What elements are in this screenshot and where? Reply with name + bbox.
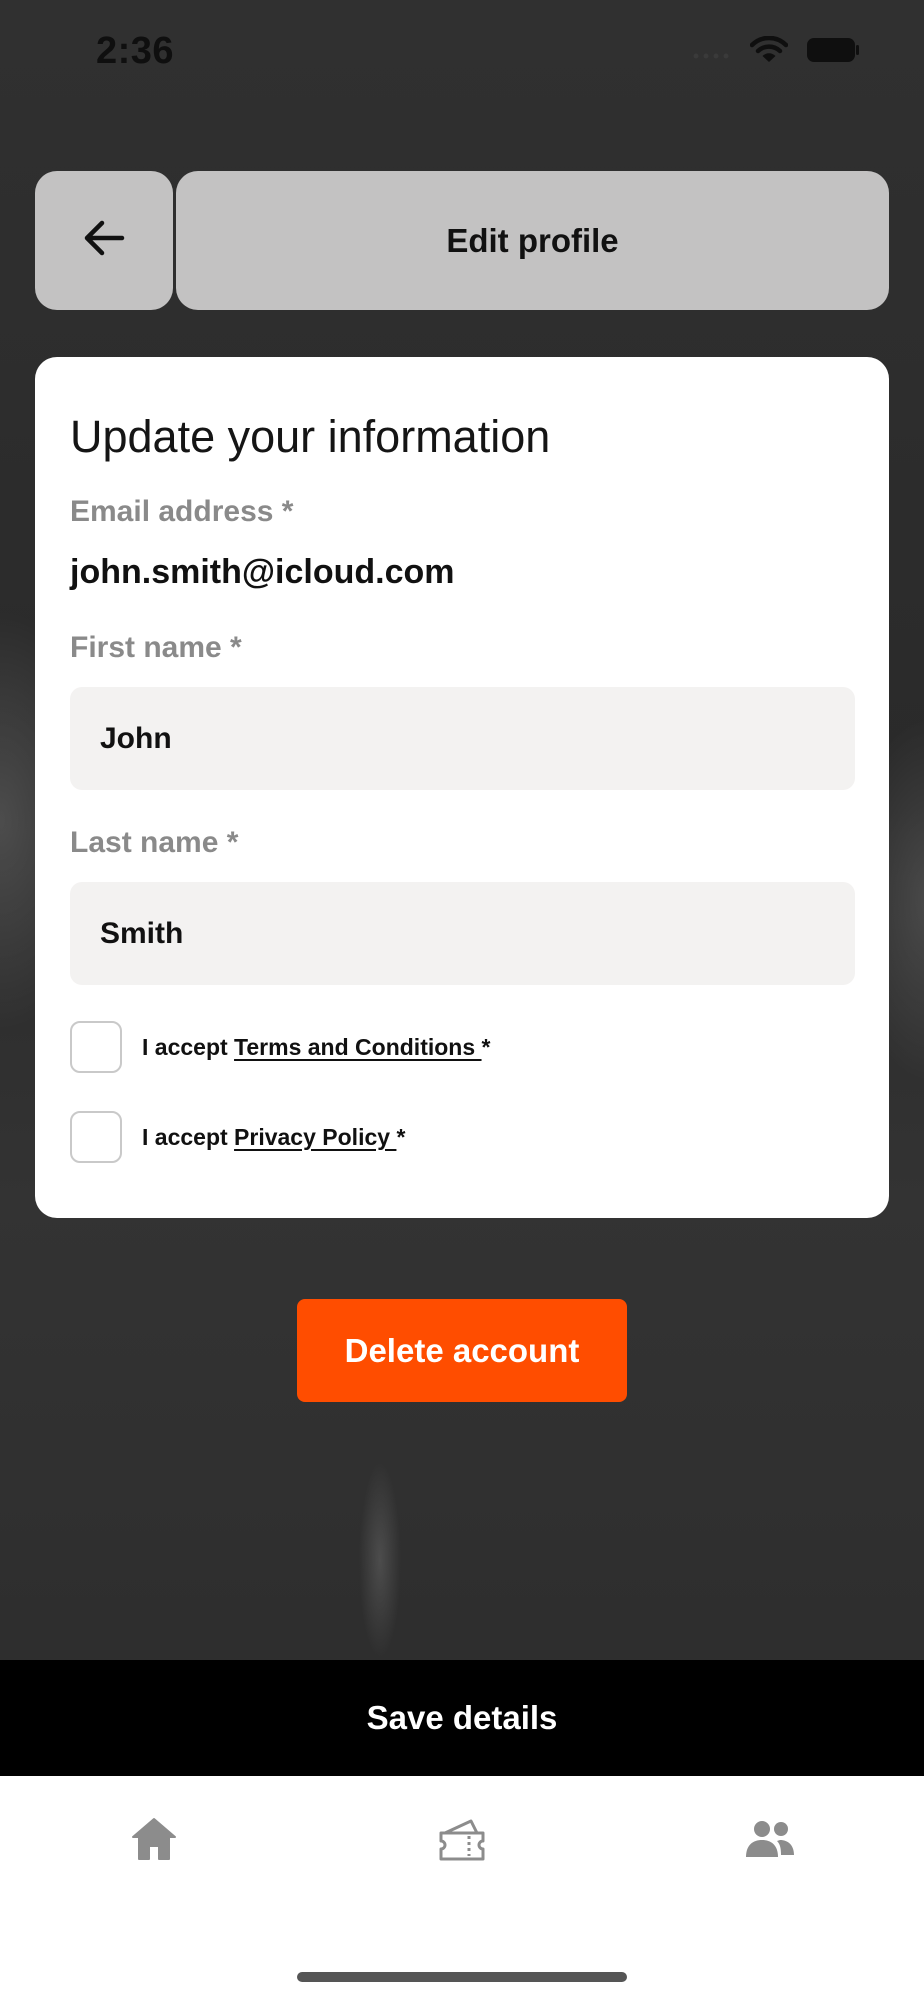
tab-tickets[interactable]: [422, 1806, 502, 1876]
privacy-required: *: [396, 1123, 406, 1150]
last-name-label: Last name *: [70, 826, 239, 859]
status-time: 2:36: [96, 30, 175, 72]
tab-home[interactable]: [114, 1806, 194, 1876]
home-icon: [130, 1816, 178, 1867]
wifi-icon: [749, 35, 789, 69]
status-icons: [692, 35, 860, 69]
battery-icon: [806, 37, 860, 68]
privacy-link[interactable]: Privacy Policy: [234, 1124, 396, 1150]
terms-row: I accept Terms and Conditions *: [70, 1021, 490, 1073]
tab-people[interactable]: [730, 1806, 810, 1876]
terms-checkbox[interactable]: [70, 1021, 122, 1073]
first-name-value: John: [100, 721, 172, 755]
delete-account-button[interactable]: Delete account: [297, 1299, 627, 1402]
profile-form-card: Update your information Email address * …: [35, 357, 889, 1218]
users-icon: [744, 1819, 796, 1864]
save-details-button[interactable]: Save details: [0, 1660, 924, 1776]
form-heading: Update your information: [70, 411, 551, 462]
email-label: Email address *: [70, 495, 294, 528]
privacy-text: I accept Privacy Policy *: [142, 1124, 405, 1151]
status-bar: 2:36: [0, 0, 924, 110]
last-name-value: Smith: [100, 916, 184, 950]
terms-prefix: I accept: [142, 1033, 235, 1060]
privacy-row: I accept Privacy Policy *: [70, 1111, 405, 1163]
arrow-left-icon: [82, 218, 126, 263]
back-button[interactable]: [35, 171, 173, 310]
terms-link[interactable]: Terms and Conditions: [234, 1034, 481, 1060]
last-name-input[interactable]: Smith: [70, 882, 855, 985]
email-value: john.smith@icloud.com: [70, 553, 455, 591]
terms-required: *: [481, 1033, 491, 1060]
tab-bar: [0, 1776, 924, 2000]
header-title-bar: Edit profile: [176, 171, 889, 310]
terms-text: I accept Terms and Conditions *: [142, 1034, 490, 1061]
page-title: Edit profile: [446, 221, 619, 259]
signal-icon: [692, 40, 732, 65]
first-name-input[interactable]: John: [70, 687, 855, 790]
home-indicator: [297, 1972, 627, 1982]
privacy-checkbox[interactable]: [70, 1111, 122, 1163]
first-name-label: First name *: [70, 631, 242, 664]
ticket-icon: [437, 1815, 487, 1868]
privacy-prefix: I accept: [142, 1123, 235, 1150]
